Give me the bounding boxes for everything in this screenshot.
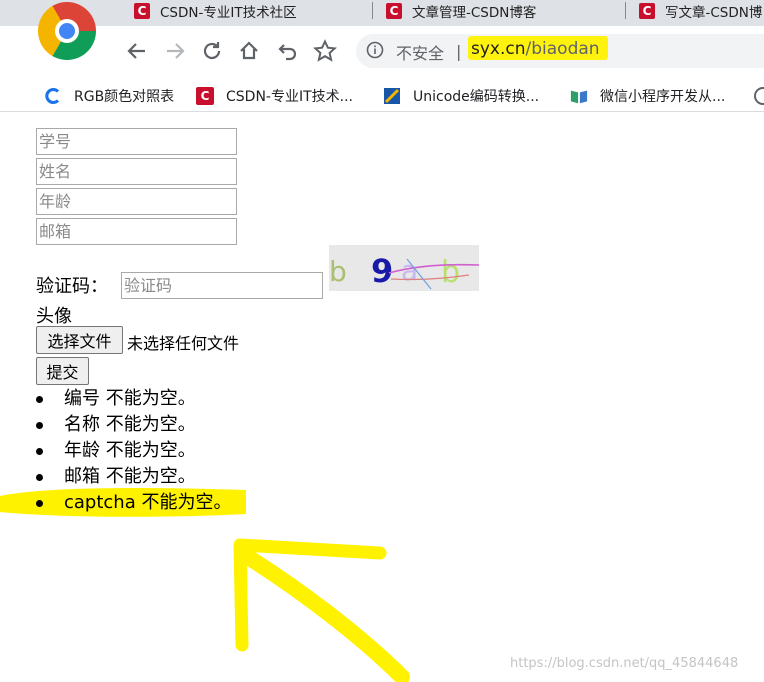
- omnibox-divider: |: [456, 42, 462, 61]
- age-input[interactable]: [36, 188, 237, 215]
- submit-button[interactable]: 提交: [36, 357, 89, 385]
- bookmark-csdn[interactable]: C CSDN-专业IT技术...: [196, 85, 353, 107]
- captcha-char: 9: [371, 252, 393, 290]
- error-item: 名称 不能为空。: [36, 412, 231, 438]
- tab-title: 文章管理-CSDN博客: [412, 5, 537, 21]
- error-item: captcha 不能为空。: [36, 490, 231, 516]
- avatar-label: 头像: [36, 306, 72, 327]
- book-icon: [570, 87, 588, 105]
- chrome-logo-icon: [38, 2, 96, 60]
- arrow-left-icon: [127, 43, 145, 59]
- unicode-icon: [383, 87, 401, 105]
- name-input[interactable]: [36, 158, 237, 185]
- bookmark-label: 微信小程序开发从...: [600, 89, 726, 105]
- bookmark-label: CSDN-专业IT技术...: [226, 89, 353, 105]
- choose-file-button[interactable]: 选择文件: [36, 326, 123, 354]
- bookmark-unicode[interactable]: Unicode编码转换...: [383, 85, 539, 107]
- csdn-icon: C: [134, 3, 150, 19]
- back-button[interactable]: [122, 36, 152, 66]
- bookmark-wechat[interactable]: 微信小程序开发从...: [570, 85, 725, 107]
- arrow-right-icon: [167, 43, 185, 59]
- home-icon: [240, 41, 258, 60]
- forward-button[interactable]: [160, 36, 190, 66]
- tab-separator: [625, 2, 626, 19]
- error-item: 编号 不能为空。: [36, 386, 231, 412]
- watermark: https://blog.csdn.net/qq_45844648: [510, 656, 739, 671]
- home-button[interactable]: [234, 36, 264, 66]
- captcha-image[interactable]: b 9 a b: [329, 245, 479, 291]
- bookmark-label: Unicode编码转换...: [413, 89, 540, 105]
- student-id-input[interactable]: [36, 128, 237, 155]
- info-icon[interactable]: [366, 41, 384, 59]
- email-input[interactable]: [36, 218, 237, 245]
- csdn-icon: C: [639, 3, 655, 19]
- tab-separator: [372, 2, 373, 19]
- captcha-char: b: [329, 255, 347, 288]
- reload-icon: [203, 42, 221, 60]
- security-status: 不安全: [396, 44, 445, 63]
- url-text[interactable]: syx.cn/biaodan: [471, 39, 600, 59]
- tab-article-manage[interactable]: C 文章管理-CSDN博客: [386, 0, 536, 22]
- file-status: 未选择任何文件: [127, 334, 240, 353]
- undo-button[interactable]: [273, 36, 303, 66]
- bookmark-star-button[interactable]: [310, 36, 340, 66]
- tab-csdn-home[interactable]: C CSDN-专业IT技术社区: [134, 0, 297, 22]
- error-item: 年龄 不能为空。: [36, 438, 231, 464]
- csdn-icon: C: [386, 3, 402, 19]
- csdn-icon: C: [196, 87, 214, 105]
- captcha-label: 验证码：: [36, 276, 108, 297]
- error-list: 编号 不能为空。 名称 不能为空。 年龄 不能为空。 邮箱 不能为空。 capt…: [36, 386, 231, 516]
- undo-icon: [278, 44, 297, 61]
- tab-write-article[interactable]: C 写文章-CSDN博: [639, 0, 764, 22]
- tab-title: CSDN-专业IT技术社区: [160, 5, 297, 21]
- arrow-annotation: [233, 538, 410, 682]
- captcha-input[interactable]: [121, 272, 323, 299]
- tab-title: 写文章-CSDN博: [665, 5, 763, 21]
- url-path: /biaodan: [525, 39, 600, 59]
- url-host: syx.cn: [471, 39, 526, 59]
- bookmark-label: RGB颜色对照表: [74, 89, 175, 105]
- star-icon: [313, 39, 337, 62]
- bookmark-rgb[interactable]: RGB颜色对照表: [44, 85, 174, 107]
- rgb-c-icon: [44, 87, 62, 105]
- captcha-char: b: [441, 255, 460, 290]
- reload-button[interactable]: [197, 36, 227, 66]
